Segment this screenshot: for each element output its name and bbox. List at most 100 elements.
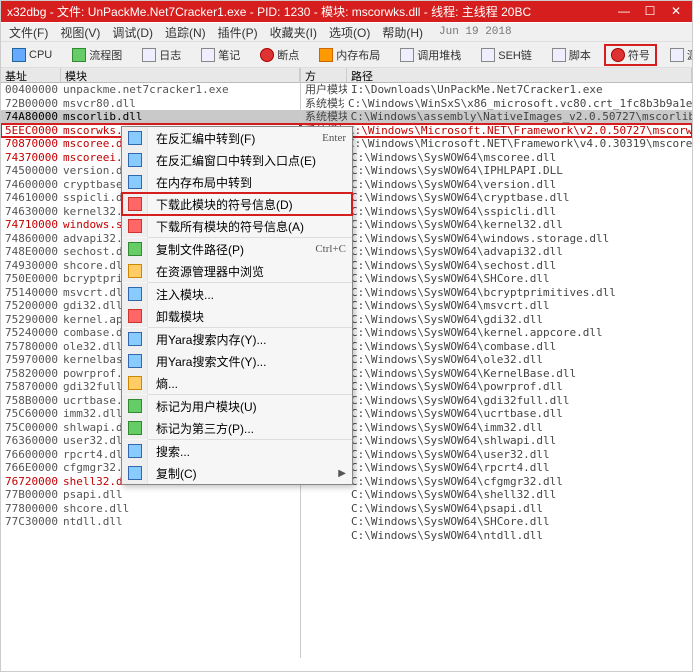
ctx-item[interactable]: 卸载模块 (122, 305, 352, 327)
ctx-item[interactable]: 用Yara搜索内存(Y)... (122, 328, 352, 350)
path-row[interactable]: C:\Windows\SysWOW64\sspicli.dll (301, 205, 692, 219)
path-row[interactable]: C:\Windows\SysWOW64\imm32.dll (301, 421, 692, 435)
path-row-highlight[interactable]: 系统模块C:\Windows\Microsoft.NET\Framework\v… (301, 124, 692, 138)
row-path: C:\Windows\SysWOW64\rpcrt4.dll (347, 461, 550, 475)
module-row[interactable]: 77800000shcore.dll (1, 502, 300, 516)
tab-seh[interactable]: SEH链 (474, 44, 539, 66)
modules-header: 基址 模块 (1, 68, 300, 83)
ctx-item[interactable]: 复制(C)▶ (122, 462, 352, 484)
ctx-item[interactable]: 下载所有模块的符号信息(A) (122, 215, 352, 237)
row-path: C:\Windows\SysWOW64\kernel.appcore.dll (347, 326, 603, 340)
tab-memory[interactable]: 内存布局 (312, 44, 387, 66)
menu-file[interactable]: 文件(F) (5, 24, 52, 41)
tab-symbols[interactable]: 符号 (604, 44, 657, 66)
path-row[interactable]: C:\Windows\SysWOW64\cryptbase.dll (301, 191, 692, 205)
path-row[interactable]: C:\Windows\SysWOW64\version.dll (301, 178, 692, 192)
path-row[interactable]: C:\Windows\SysWOW64\kernel32.dll (301, 218, 692, 232)
ctx-item[interactable]: 下载此模块的符号信息(D) (122, 193, 352, 215)
ctx-item[interactable]: 在资源管理器中浏览 (122, 260, 352, 282)
tab-graph[interactable]: 流程图 (65, 44, 129, 66)
ctx-label: 注入模块... (148, 286, 346, 303)
ctx-item[interactable]: 在内存布局中转到 (122, 171, 352, 193)
row-path: C:\Windows\SysWOW64\ole32.dll (347, 353, 543, 367)
ctx-item[interactable]: 搜索... (122, 440, 352, 462)
module-row[interactable]: 72B00000msvcr80.dll (1, 97, 300, 111)
ctx-item[interactable]: 标记为用户模块(U) (122, 395, 352, 417)
blue-icon (128, 466, 142, 480)
path-row[interactable]: 系统模块C:\Windows\assembly\NativeImages_v2.… (301, 110, 692, 124)
ctx-item[interactable]: 注入模块... (122, 283, 352, 305)
tab-script[interactable]: 脚本 (545, 44, 598, 66)
ctx-item[interactable]: 在反汇编窗口中转到入口点(E) (122, 149, 352, 171)
path-row[interactable]: C:\Windows\SysWOW64\gdi32.dll (301, 313, 692, 327)
path-row[interactable]: C:\Windows\SysWOW64\mscoree.dll (301, 151, 692, 165)
menu-plugins[interactable]: 插件(P) (214, 24, 262, 41)
path-row[interactable]: C:\Windows\SysWOW64\cfgmgr32.dll (301, 475, 692, 489)
path-row[interactable]: C:\Windows\SysWOW64\SHCore.dll (301, 515, 692, 529)
ctx-label: 用Yara搜索内存(Y)... (148, 331, 346, 348)
ctx-item[interactable]: 熵... (122, 372, 352, 394)
menu-debug[interactable]: 调试(D) (108, 24, 157, 41)
path-row[interactable]: C:\Windows\SysWOW64\powrprof.dll (301, 380, 692, 394)
path-row[interactable]: C:\Windows\SysWOW64\shlwapi.dll (301, 434, 692, 448)
paths-list[interactable]: 用户模块I:\Downloads\UnPackMe.Net7Cracker1.e… (301, 83, 692, 542)
path-row[interactable]: C:\Windows\SysWOW64\IPHLPAPI.DLL (301, 164, 692, 178)
path-row[interactable]: C:\Windows\SysWOW64\shell32.dll (301, 488, 692, 502)
minimize-button[interactable]: — (612, 4, 636, 20)
tab-cpu[interactable]: CPU (5, 45, 59, 65)
path-row[interactable]: C:\Windows\SysWOW64\msvcrt.dll (301, 299, 692, 313)
row-path: C:\Windows\SysWOW64\shlwapi.dll (347, 434, 556, 448)
paths-pane: 方 路径 用户模块I:\Downloads\UnPackMe.Net7Crack… (301, 68, 692, 658)
path-row[interactable]: C:\Windows\SysWOW64\SHCore.dll (301, 272, 692, 286)
col-path[interactable]: 路径 (347, 68, 692, 82)
orange-icon (128, 264, 142, 278)
module-addr: 74710000 (1, 218, 61, 232)
path-row[interactable]: C:\Windows\SysWOW64\windows.storage.dll (301, 232, 692, 246)
orange-icon (128, 376, 142, 390)
maximize-button[interactable]: ☐ (638, 4, 662, 20)
close-button[interactable]: ✕ (664, 4, 688, 20)
module-row[interactable]: 77B00000psapi.dll (1, 488, 300, 502)
col-party[interactable]: 方 (301, 68, 347, 82)
module-row[interactable]: 00400000unpackme.net7cracker1.exe (1, 83, 300, 97)
path-row[interactable]: C:\Windows\SysWOW64\ole32.dll (301, 353, 692, 367)
path-row[interactable]: C:\Windows\SysWOW64\user32.dll (301, 448, 692, 462)
tab-breakpoints[interactable]: 断点 (253, 44, 306, 66)
tab-log[interactable]: 日志 (135, 44, 188, 66)
path-row[interactable]: 用户模块I:\Downloads\UnPackMe.Net7Cracker1.e… (301, 83, 692, 97)
path-row[interactable]: 系统模块C:\Windows\WinSxS\x86_microsoft.vc80… (301, 97, 692, 111)
path-row[interactable]: C:\Windows\SysWOW64\psapi.dll (301, 502, 692, 516)
module-name: shcore.dll (61, 502, 300, 516)
menu-options[interactable]: 选项(O) (325, 24, 374, 41)
ctx-item[interactable]: 标记为第三方(P)... (122, 417, 352, 439)
col-module[interactable]: 模块 (61, 68, 300, 82)
row-path: C:\Windows\SysWOW64\psapi.dll (347, 502, 543, 516)
tab-source[interactable]: 源代码 (663, 44, 692, 66)
menu-trace[interactable]: 追踪(N) (161, 24, 210, 41)
module-addr: 74370000 (1, 151, 61, 165)
tab-callstack[interactable]: 调用堆栈 (393, 44, 468, 66)
module-addr: 00400000 (1, 83, 61, 97)
path-row[interactable]: C:\Windows\SysWOW64\kernel.appcore.dll (301, 326, 692, 340)
path-row[interactable]: C:\Windows\Microsoft.NET\Framework\v4.0.… (301, 137, 692, 151)
ctx-item[interactable]: 在反汇编中转到(F)Enter (122, 127, 352, 149)
menu-favorites[interactable]: 收藏夹(I) (266, 24, 321, 41)
path-row[interactable]: C:\Windows\SysWOW64\gdi32full.dll (301, 394, 692, 408)
ctx-item[interactable]: 用Yara搜索文件(Y)... (122, 350, 352, 372)
path-row[interactable]: C:\Windows\SysWOW64\sechost.dll (301, 259, 692, 273)
col-base[interactable]: 基址 (1, 68, 61, 82)
path-row[interactable]: C:\Windows\SysWOW64\KernelBase.dll (301, 367, 692, 381)
path-row[interactable]: C:\Windows\SysWOW64\advapi32.dll (301, 245, 692, 259)
module-row[interactable]: 77C30000ntdll.dll (1, 515, 300, 529)
tab-notes[interactable]: 笔记 (194, 44, 247, 66)
path-row[interactable]: C:\Windows\SysWOW64\bcryptprimitives.dll (301, 286, 692, 300)
path-row[interactable]: C:\Windows\SysWOW64\combase.dll (301, 340, 692, 354)
path-row[interactable]: C:\Windows\SysWOW64\ucrtbase.dll (301, 407, 692, 421)
row-path: C:\Windows\SysWOW64\ucrtbase.dll (347, 407, 563, 421)
menu-help[interactable]: 帮助(H) (378, 24, 427, 41)
path-row[interactable]: C:\Windows\SysWOW64\ntdll.dll (301, 529, 692, 543)
menu-view[interactable]: 视图(V) (56, 24, 104, 41)
ctx-item[interactable]: 复制文件路径(P)Ctrl+C (122, 238, 352, 260)
path-row[interactable]: C:\Windows\SysWOW64\rpcrt4.dll (301, 461, 692, 475)
module-row[interactable]: 74A80000mscorlib.dll (1, 110, 300, 124)
